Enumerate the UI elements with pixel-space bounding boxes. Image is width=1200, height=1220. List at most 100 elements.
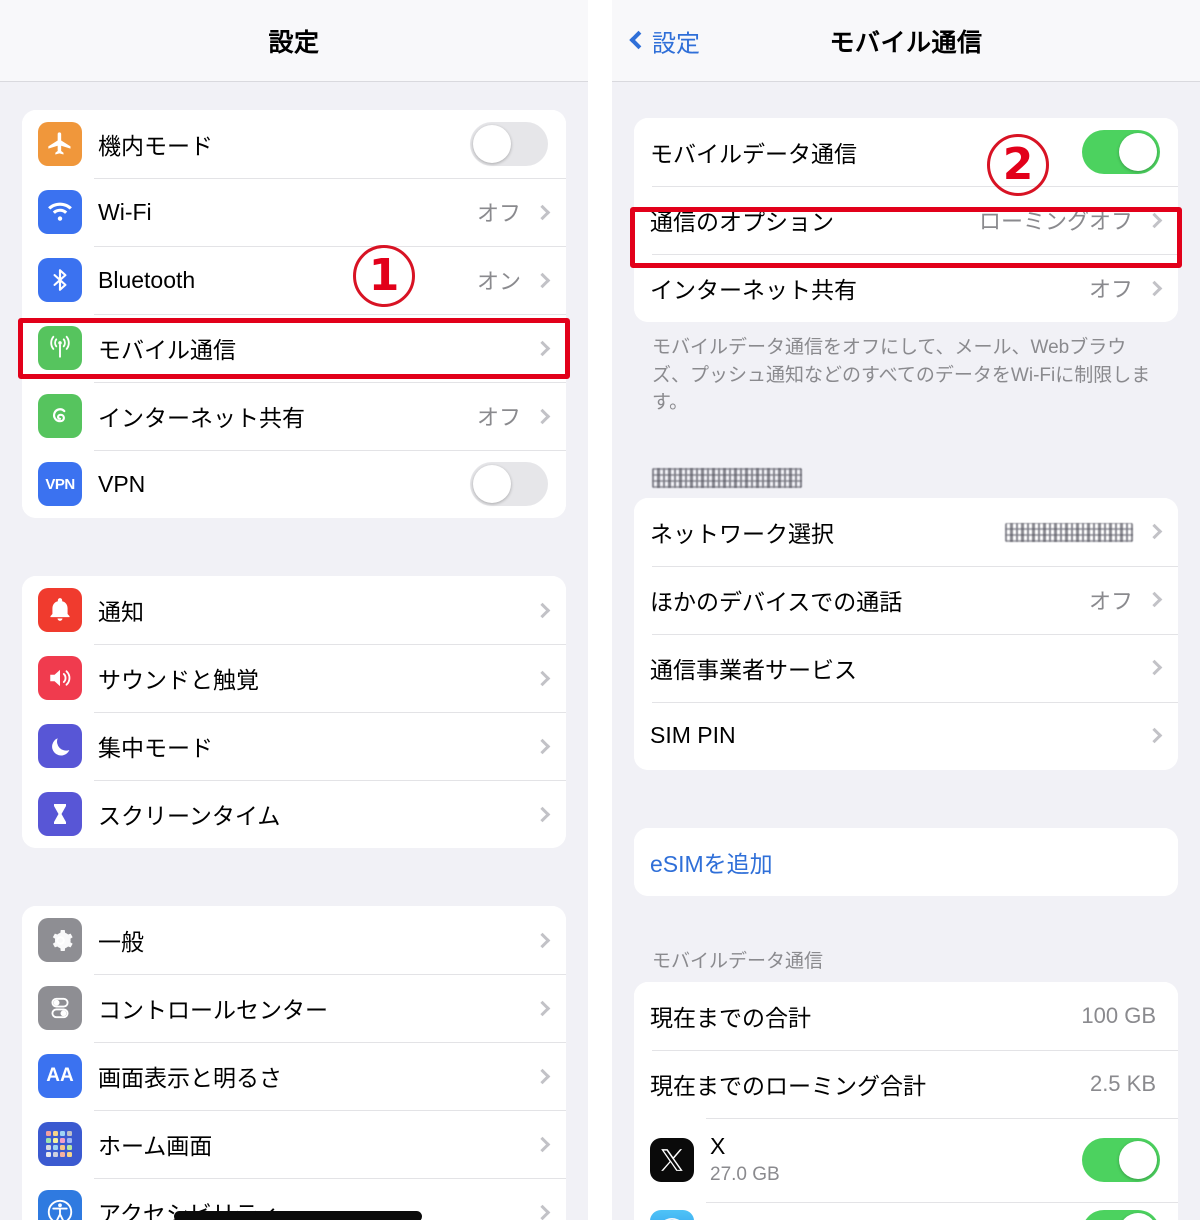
row-label: ネットワーク選択 (650, 520, 834, 547)
row-calls-on-other-devices[interactable]: ほかのデバイスでの通話 オフ (634, 565, 1178, 634)
cellular-scroll-area[interactable]: モバイルデータ通信 通信のオプション ローミングオフ インターネット共有 オフ … (612, 82, 1200, 1220)
sidebar-item-wifi[interactable]: Wi-Fi オフ (22, 178, 566, 246)
usage-section-header: モバイルデータ通信 (652, 950, 824, 972)
chevron-right-icon (534, 1068, 551, 1084)
chevron-right-icon (534, 738, 551, 754)
sidebar-item-label: 一般 (98, 929, 144, 955)
chevron-left-icon (629, 30, 648, 50)
sidebar-item-label: サウンドと触覚 (98, 667, 259, 693)
row-label: インターネット共有 (650, 277, 857, 303)
row-value: ローミングオフ (978, 209, 1133, 234)
row-personal-hotspot[interactable]: インターネット共有 オフ (634, 254, 1178, 322)
row-add-esim[interactable]: eSIMを追加 (634, 827, 1178, 896)
sidebar-item-control-center[interactable]: コントロールセンター (22, 974, 566, 1042)
connectivity-group: 機内モード Wi-Fi オフ Bluetooth オン モバイル通信 インターネ… (22, 110, 566, 518)
sidebar-item-accessibility[interactable]: アクセシビリティ (22, 1178, 566, 1220)
chevron-right-icon (1146, 280, 1163, 296)
chevron-right-icon (534, 272, 551, 288)
cellular-data-footnote: モバイルデータ通信をオフにして、メール、Webブラウズ、プッシュ通知などのすべて… (652, 337, 1151, 414)
app-row-x[interactable]: X 27.0 GB (634, 1117, 1178, 1202)
callout-number-2: 2 (987, 134, 1049, 196)
add-esim-label: eSIMを追加 (650, 850, 773, 877)
x-app-toggle[interactable] (1082, 1137, 1160, 1182)
settings-scroll-area[interactable]: 機内モード Wi-Fi オフ Bluetooth オン モバイル通信 インターネ… (0, 82, 588, 1220)
row-label: SIM PIN (650, 722, 736, 749)
obscured-carrier-name (652, 467, 802, 488)
moon-icon (38, 724, 82, 768)
airplane-mode-toggle[interactable] (470, 122, 548, 166)
screenshot-root: 設定 機内モード Wi-Fi オフ Bluetooth オン モバイル通信 イン… (0, 0, 1200, 1220)
sidebar-item-label: コントロールセンター (98, 997, 328, 1023)
row-label: 現在までの合計 (650, 1004, 811, 1031)
row-current-period: 現在までの合計 100 GB (634, 981, 1178, 1050)
settings-navbar: 設定 (0, 0, 588, 82)
row-mobile-data[interactable]: モバイルデータ通信 (634, 118, 1178, 186)
chevron-right-icon (534, 1204, 551, 1220)
row-value: 2.5 KB (1089, 1070, 1156, 1096)
chevron-right-icon (1146, 523, 1163, 540)
page-title: モバイル通信 (829, 28, 983, 57)
row-value: 100 GB (1081, 1002, 1156, 1028)
accessibility-icon (38, 1190, 82, 1220)
sidebar-item-home-screen[interactable]: ホーム画面 (22, 1110, 566, 1178)
sidebar-item-display-brightness[interactable]: AA 画面表示と明るさ (22, 1042, 566, 1110)
panel-divider (588, 0, 612, 1220)
cellular-icon (38, 326, 82, 370)
chevron-right-icon (534, 1000, 551, 1016)
sidebar-item-vpn[interactable]: VPN VPN (22, 450, 566, 518)
sidebar-item-sounds-haptics[interactable]: サウンドと触覚 (22, 644, 566, 712)
sidebar-item-label: ホーム画面 (98, 1133, 213, 1159)
sidebar-item-label: Wi-Fi (98, 198, 152, 225)
bluetooth-icon (38, 258, 82, 302)
row-value: オフ (1088, 277, 1133, 302)
sidebar-item-label: 機内モード (98, 133, 213, 159)
usage-group: 現在までの合計 100 GB 現在までのローミング合計 2.5 KB X 27.… (634, 981, 1178, 1220)
carrier-group: ネットワーク選択 ほかのデバイスでの通話 オフ 通信事業者サービス SIM PI… (634, 497, 1178, 770)
wifi-icon (38, 190, 82, 234)
chevron-right-icon (1146, 591, 1163, 608)
app-name: X (710, 1133, 726, 1160)
sidebar-item-airplane-mode[interactable]: 機内モード (22, 110, 566, 178)
chevron-right-icon (534, 204, 551, 220)
chevron-right-icon (534, 670, 551, 686)
chevron-right-icon (1146, 727, 1163, 744)
x-app-icon (650, 1137, 694, 1182)
sidebar-item-label: Bluetooth (98, 266, 196, 293)
sidebar-item-label: VPN (98, 470, 146, 497)
page-title: 設定 (268, 28, 320, 57)
gear-icon (38, 918, 82, 962)
chevron-right-icon (534, 602, 551, 618)
safari-app-toggle[interactable] (1082, 1209, 1160, 1220)
row-carrier-services[interactable]: 通信事業者サービス (634, 633, 1178, 702)
speaker-icon (38, 656, 82, 700)
vpn-toggle[interactable] (470, 462, 548, 506)
sidebar-item-personal-hotspot[interactable]: インターネット共有 オフ (22, 382, 566, 450)
cellular-data-group: モバイルデータ通信 通信のオプション ローミングオフ インターネット共有 オフ (634, 118, 1178, 322)
row-sim-pin[interactable]: SIM PIN (634, 701, 1178, 770)
sidebar-item-general[interactable]: 一般 (22, 906, 566, 974)
vpn-icon: VPN (38, 462, 82, 506)
back-button[interactable]: 設定 (629, 23, 700, 58)
row-cellular-data-options[interactable]: 通信のオプション ローミングオフ (634, 186, 1178, 254)
sidebar-item-bluetooth[interactable]: Bluetooth オン (22, 246, 566, 314)
hourglass-icon (38, 792, 82, 836)
row-network-selection[interactable]: ネットワーク選択 (634, 497, 1178, 566)
app-row-safari[interactable]: Safari (634, 1201, 1178, 1220)
redaction-bar-accessibility (174, 1211, 422, 1220)
chevron-right-icon (1146, 659, 1163, 676)
chevron-right-icon (534, 932, 551, 948)
chevron-right-icon (1146, 212, 1163, 228)
row-label: ほかのデバイスでの通話 (650, 588, 903, 615)
sidebar-item-cellular[interactable]: モバイル通信 (22, 314, 566, 382)
row-value (1005, 519, 1137, 545)
sidebar-item-label: 画面表示と明るさ (98, 1065, 282, 1091)
sidebar-item-screen-time[interactable]: スクリーンタイム (22, 780, 566, 848)
back-button-label: 設定 (652, 30, 700, 57)
cellular-panel: 設定 モバイル通信 モバイルデータ通信 通信のオプション ローミングオフ インタ… (612, 0, 1200, 1220)
sidebar-item-focus[interactable]: 集中モード (22, 712, 566, 780)
sidebar-item-value: オン (476, 269, 521, 294)
esim-group: eSIMを追加 (634, 827, 1178, 896)
mobile-data-toggle[interactable] (1082, 130, 1160, 174)
sidebar-item-notifications[interactable]: 通知 (22, 576, 566, 644)
sidebar-item-label: 集中モード (98, 735, 213, 761)
